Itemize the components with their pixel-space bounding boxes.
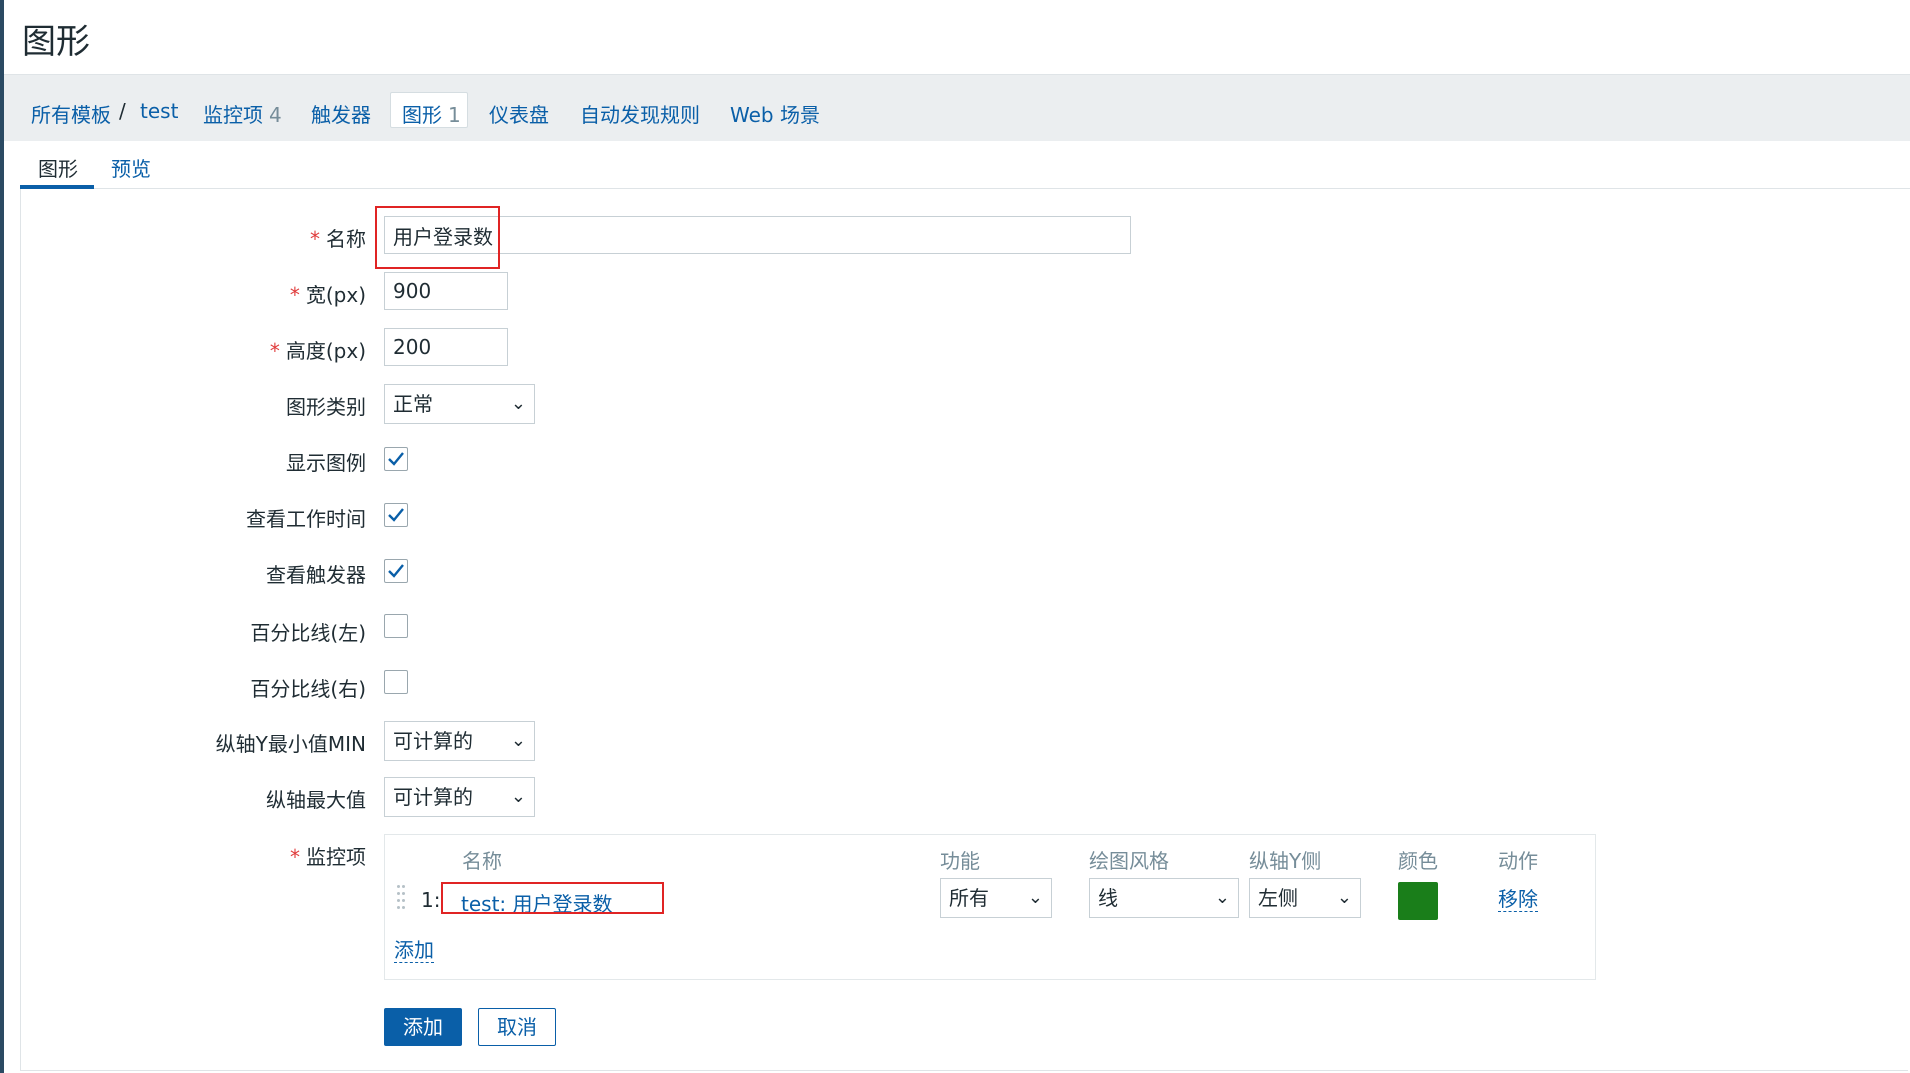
height-input[interactable]: [384, 328, 508, 366]
column-header-y-axis-side: 纵轴Y侧: [1249, 849, 1322, 873]
breadcrumb-graphs-count: 1: [448, 103, 461, 127]
column-header-action: 动作: [1498, 849, 1538, 873]
name-label: * 名称: [310, 223, 366, 252]
show-working-time-checkbox[interactable]: [384, 503, 408, 527]
chevron-down-icon: ⌄: [1027, 887, 1043, 908]
width-input[interactable]: [384, 272, 508, 310]
height-label-text: 高度(px): [285, 339, 366, 363]
checkmark-icon: [388, 508, 404, 522]
item-y-axis-side-value: 左侧: [1258, 886, 1298, 910]
show-triggers-label: 查看触发器: [266, 563, 366, 587]
cancel-button[interactable]: 取消: [478, 1008, 556, 1046]
column-header-color: 颜色: [1398, 849, 1438, 873]
breadcrumb-all-templates[interactable]: 所有模板: [31, 99, 111, 128]
required-marker: *: [269, 339, 280, 363]
breadcrumb-template[interactable]: test: [140, 99, 178, 123]
tab-preview[interactable]: 预览: [111, 153, 151, 182]
breadcrumb-dashboards[interactable]: 仪表盘: [489, 99, 549, 128]
show-working-time-label: 查看工作时间: [246, 507, 366, 531]
checkmark-icon: [388, 564, 404, 578]
breadcrumb: [4, 75, 1910, 141]
graph-type-value: 正常: [393, 392, 433, 416]
item-row-index: 1:: [421, 888, 441, 912]
highlight-name-annotation: [375, 206, 500, 269]
breadcrumb-discovery[interactable]: 自动发现规则: [580, 99, 700, 128]
required-marker: *: [290, 845, 300, 869]
drag-handle-icon[interactable]: [397, 885, 407, 915]
items-label: * 监控项: [290, 841, 366, 870]
breadcrumb-graphs[interactable]: 图形 1: [402, 99, 461, 128]
chevron-down-icon: ⌄: [510, 786, 526, 807]
item-draw-style-select[interactable]: 线 ⌄: [1089, 878, 1239, 918]
ymin-select[interactable]: 可计算的 ⌄: [384, 721, 535, 761]
show-legend-label: 显示图例: [286, 451, 366, 475]
item-function-select[interactable]: 所有 ⌄: [940, 878, 1052, 918]
item-remove-link[interactable]: 移除: [1498, 887, 1538, 912]
tab-graph[interactable]: 图形: [38, 153, 78, 182]
percentile-left-checkbox[interactable]: [384, 614, 408, 638]
column-header-name: 名称: [462, 849, 502, 873]
page-title: 图形: [22, 22, 90, 62]
required-marker: *: [289, 283, 300, 307]
item-color-picker[interactable]: [1398, 882, 1438, 920]
chevron-down-icon: ⌄: [1214, 887, 1230, 908]
graph-type-select[interactable]: 正常 ⌄: [384, 384, 535, 424]
highlight-item-annotation: [441, 882, 664, 914]
item-function-value: 所有: [949, 886, 989, 910]
items-label-text: 监控项: [306, 845, 366, 869]
breadcrumb-web[interactable]: Web 场景: [730, 99, 820, 128]
left-sidebar-edge: [0, 0, 4, 1073]
height-label: * 高度(px): [270, 335, 366, 364]
breadcrumb-triggers[interactable]: 触发器: [311, 99, 371, 128]
width-label-text: 宽(px): [305, 283, 366, 307]
breadcrumb-graphs-label: 图形: [402, 103, 442, 127]
ymin-value: 可计算的: [393, 729, 473, 753]
show-triggers-checkbox[interactable]: [384, 559, 408, 583]
required-marker: *: [310, 227, 320, 251]
width-label: * 宽(px): [290, 279, 366, 308]
item-y-axis-side-select[interactable]: 左侧 ⌄: [1249, 878, 1361, 918]
show-legend-checkbox[interactable]: [384, 447, 408, 471]
item-draw-style-value: 线: [1098, 886, 1118, 910]
percentile-left-label: 百分比线(左): [250, 621, 366, 645]
chevron-down-icon: ⌄: [510, 393, 526, 414]
percentile-right-checkbox[interactable]: [384, 670, 408, 694]
checkmark-icon: [388, 452, 404, 466]
graph-type-label: 图形类别: [286, 395, 366, 419]
percentile-right-label: 百分比线(右): [250, 677, 366, 701]
breadcrumb-items-label: 监控项: [203, 103, 263, 127]
ymax-label: 纵轴最大值: [266, 788, 366, 812]
ymax-value: 可计算的: [393, 785, 473, 809]
column-header-draw-style: 绘图风格: [1089, 849, 1169, 873]
chevron-down-icon: ⌄: [1336, 887, 1352, 908]
ymax-select[interactable]: 可计算的 ⌄: [384, 777, 535, 817]
add-item-link[interactable]: 添加: [394, 938, 434, 963]
ymin-label: 纵轴Y最小值MIN: [215, 732, 366, 756]
breadcrumb-items-count: 4: [269, 103, 282, 127]
chevron-down-icon: ⌄: [510, 730, 526, 751]
breadcrumb-items[interactable]: 监控项 4: [203, 99, 282, 128]
breadcrumb-separator: /: [119, 99, 126, 123]
name-label-text: 名称: [326, 227, 366, 251]
add-button[interactable]: 添加: [384, 1008, 462, 1046]
column-header-function: 功能: [940, 849, 980, 873]
